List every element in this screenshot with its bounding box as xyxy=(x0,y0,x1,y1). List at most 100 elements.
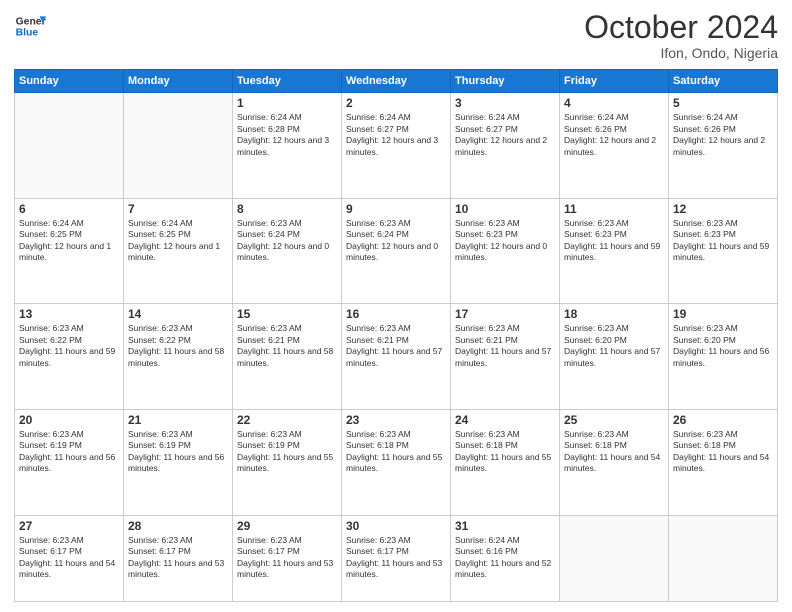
title-block: October 2024 Ifon, Ondo, Nigeria xyxy=(584,10,778,61)
cell-info: Sunrise: 6:24 AM Sunset: 6:27 PM Dayligh… xyxy=(346,112,446,158)
week-row-5: 27 Sunrise: 6:23 AM Sunset: 6:17 PM Dayli… xyxy=(15,515,778,601)
cell-info: Sunrise: 6:23 AM Sunset: 6:22 PM Dayligh… xyxy=(128,323,228,369)
calendar-cell: 17Sunrise: 6:23 AM Sunset: 6:21 PM Dayli… xyxy=(451,304,560,410)
calendar-cell: 8 Sunrise: 6:23 AM Sunset: 6:24 PM Daylig… xyxy=(233,198,342,304)
weekday-header-friday: Friday xyxy=(560,70,669,93)
cell-info: Sunrise: 6:23 AM Sunset: 6:18 PM Dayligh… xyxy=(564,429,664,475)
calendar-cell: 15 Sunrise: 6:23 AM Sunset: 6:21 PM Dayli… xyxy=(233,304,342,410)
day-number: 8 xyxy=(237,202,337,216)
calendar-cell: 24 Sunrise: 6:23 AM Sunset: 6:18 PM Dayli… xyxy=(451,409,560,515)
day-number: 18 xyxy=(564,307,664,321)
location-subtitle: Ifon, Ondo, Nigeria xyxy=(584,45,778,61)
cell-info: Sunrise: 6:24 AM Sunset: 6:26 PM Dayligh… xyxy=(564,112,664,158)
calendar-cell: 21Sunrise: 6:23 AM Sunset: 6:19 PM Dayli… xyxy=(124,409,233,515)
cell-info: Sunrise: 6:23 AM Sunset: 6:19 PM Dayligh… xyxy=(237,429,337,475)
calendar-cell: 29 Sunrise: 6:23 AM Sunset: 6:17 PM Dayli… xyxy=(233,515,342,601)
cell-info: Sunrise: 6:24 AM Sunset: 6:27 PM Dayligh… xyxy=(455,112,555,158)
cell-info: Sunrise: 6:24 AM Sunset: 6:26 PM Dayligh… xyxy=(673,112,773,158)
day-number: 19 xyxy=(673,307,773,321)
calendar-cell: 14 Sunrise: 6:23 AM Sunset: 6:22 PM Dayli… xyxy=(124,304,233,410)
day-number: 9 xyxy=(346,202,446,216)
day-number: 24 xyxy=(455,413,555,427)
day-number: 13 xyxy=(19,307,119,321)
calendar-cell: 23 Sunrise: 6:23 AM Sunset: 6:18 PM Dayli… xyxy=(342,409,451,515)
calendar-cell: 28Sunrise: 6:23 AM Sunset: 6:17 PM Dayli… xyxy=(124,515,233,601)
day-number: 15 xyxy=(237,307,337,321)
calendar-cell: 16 Sunrise: 6:23 AM Sunset: 6:21 PM Dayli… xyxy=(342,304,451,410)
day-number: 26 xyxy=(673,413,773,427)
cell-info: Sunrise: 6:24 AM Sunset: 6:25 PM Dayligh… xyxy=(19,218,119,264)
weekday-header-row: SundayMondayTuesdayWednesdayThursdayFrid… xyxy=(15,70,778,93)
day-number: 22 xyxy=(237,413,337,427)
weekday-header-thursday: Thursday xyxy=(451,70,560,93)
week-row-2: 6Sunrise: 6:24 AM Sunset: 6:25 PM Daylig… xyxy=(15,198,778,304)
cell-info: Sunrise: 6:23 AM Sunset: 6:20 PM Dayligh… xyxy=(564,323,664,369)
cell-info: Sunrise: 6:23 AM Sunset: 6:23 PM Dayligh… xyxy=(673,218,773,264)
calendar-cell: 7 Sunrise: 6:24 AM Sunset: 6:25 PM Daylig… xyxy=(124,198,233,304)
cell-info: Sunrise: 6:23 AM Sunset: 6:18 PM Dayligh… xyxy=(673,429,773,475)
calendar-cell: 26 Sunrise: 6:23 AM Sunset: 6:18 PM Dayli… xyxy=(669,409,778,515)
cell-info: Sunrise: 6:24 AM Sunset: 6:16 PM Dayligh… xyxy=(455,535,555,581)
calendar-cell: 22 Sunrise: 6:23 AM Sunset: 6:19 PM Dayli… xyxy=(233,409,342,515)
day-number: 3 xyxy=(455,96,555,110)
calendar-cell: 12Sunrise: 6:23 AM Sunset: 6:23 PM Dayli… xyxy=(669,198,778,304)
day-number: 28 xyxy=(128,519,228,533)
day-number: 20 xyxy=(19,413,119,427)
cell-info: Sunrise: 6:23 AM Sunset: 6:21 PM Dayligh… xyxy=(346,323,446,369)
calendar-cell xyxy=(669,515,778,601)
cell-info: Sunrise: 6:23 AM Sunset: 6:20 PM Dayligh… xyxy=(673,323,773,369)
cell-info: Sunrise: 6:23 AM Sunset: 6:18 PM Dayligh… xyxy=(455,429,555,475)
cell-info: Sunrise: 6:23 AM Sunset: 6:23 PM Dayligh… xyxy=(564,218,664,264)
day-number: 16 xyxy=(346,307,446,321)
calendar-cell: 11 Sunrise: 6:23 AM Sunset: 6:23 PM Dayli… xyxy=(560,198,669,304)
weekday-header-wednesday: Wednesday xyxy=(342,70,451,93)
cell-info: Sunrise: 6:23 AM Sunset: 6:21 PM Dayligh… xyxy=(455,323,555,369)
calendar-cell: 20 Sunrise: 6:23 AM Sunset: 6:19 PM Dayli… xyxy=(15,409,124,515)
cell-info: Sunrise: 6:24 AM Sunset: 6:28 PM Dayligh… xyxy=(237,112,337,158)
calendar-table: SundayMondayTuesdayWednesdayThursdayFrid… xyxy=(14,69,778,602)
calendar-cell: 18 Sunrise: 6:23 AM Sunset: 6:20 PM Dayli… xyxy=(560,304,669,410)
week-row-4: 20 Sunrise: 6:23 AM Sunset: 6:19 PM Dayli… xyxy=(15,409,778,515)
day-number: 29 xyxy=(237,519,337,533)
day-number: 27 xyxy=(19,519,119,533)
cell-info: Sunrise: 6:23 AM Sunset: 6:21 PM Dayligh… xyxy=(237,323,337,369)
day-number: 31 xyxy=(455,519,555,533)
calendar-cell: 5Sunrise: 6:24 AM Sunset: 6:26 PM Daylig… xyxy=(669,93,778,199)
weekday-header-saturday: Saturday xyxy=(669,70,778,93)
cell-info: Sunrise: 6:23 AM Sunset: 6:19 PM Dayligh… xyxy=(19,429,119,475)
cell-info: Sunrise: 6:23 AM Sunset: 6:18 PM Dayligh… xyxy=(346,429,446,475)
cell-info: Sunrise: 6:23 AM Sunset: 6:22 PM Dayligh… xyxy=(19,323,119,369)
day-number: 23 xyxy=(346,413,446,427)
cell-info: Sunrise: 6:23 AM Sunset: 6:23 PM Dayligh… xyxy=(455,218,555,264)
cell-info: Sunrise: 6:23 AM Sunset: 6:24 PM Dayligh… xyxy=(237,218,337,264)
day-number: 10 xyxy=(455,202,555,216)
calendar-cell: 31 Sunrise: 6:24 AM Sunset: 6:16 PM Dayli… xyxy=(451,515,560,601)
header: General Blue October 2024 Ifon, Ondo, Ni… xyxy=(14,10,778,61)
calendar-cell: 27Sunrise: 6:23 AM Sunset: 6:17 PM Dayli… xyxy=(15,515,124,601)
calendar-cell: 30Sunrise: 6:23 AM Sunset: 6:17 PM Dayli… xyxy=(342,515,451,601)
svg-text:Blue: Blue xyxy=(16,28,39,39)
calendar-cell xyxy=(15,93,124,199)
calendar-cell: 1 Sunrise: 6:24 AM Sunset: 6:28 PM Daylig… xyxy=(233,93,342,199)
calendar-cell: 25Sunrise: 6:23 AM Sunset: 6:18 PM Dayli… xyxy=(560,409,669,515)
cell-info: Sunrise: 6:23 AM Sunset: 6:17 PM Dayligh… xyxy=(237,535,337,581)
calendar-cell: 9 Sunrise: 6:23 AM Sunset: 6:24 PM Daylig… xyxy=(342,198,451,304)
cell-info: Sunrise: 6:23 AM Sunset: 6:19 PM Dayligh… xyxy=(128,429,228,475)
cell-info: Sunrise: 6:24 AM Sunset: 6:25 PM Dayligh… xyxy=(128,218,228,264)
month-title: October 2024 xyxy=(584,10,778,45)
day-number: 1 xyxy=(237,96,337,110)
calendar-cell: 4 Sunrise: 6:24 AM Sunset: 6:26 PM Daylig… xyxy=(560,93,669,199)
day-number: 7 xyxy=(128,202,228,216)
page: General Blue October 2024 Ifon, Ondo, Ni… xyxy=(0,0,792,612)
cell-info: Sunrise: 6:23 AM Sunset: 6:24 PM Dayligh… xyxy=(346,218,446,264)
day-number: 11 xyxy=(564,202,664,216)
day-number: 4 xyxy=(564,96,664,110)
calendar-cell: 19 Sunrise: 6:23 AM Sunset: 6:20 PM Dayli… xyxy=(669,304,778,410)
week-row-1: 1 Sunrise: 6:24 AM Sunset: 6:28 PM Daylig… xyxy=(15,93,778,199)
logo: General Blue xyxy=(14,10,46,42)
weekday-header-sunday: Sunday xyxy=(15,70,124,93)
calendar-cell: 13 Sunrise: 6:23 AM Sunset: 6:22 PM Dayli… xyxy=(15,304,124,410)
day-number: 2 xyxy=(346,96,446,110)
calendar-cell xyxy=(560,515,669,601)
day-number: 14 xyxy=(128,307,228,321)
